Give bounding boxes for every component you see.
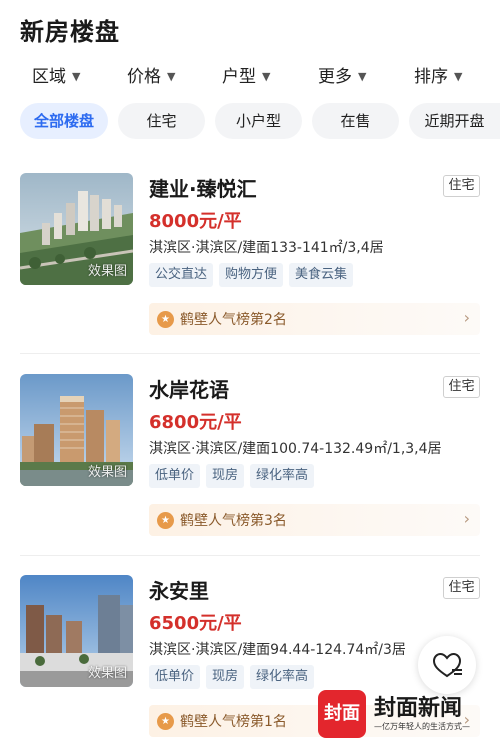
listing-card[interactable]: 效果图 水岸花语 住宅 6800元/平 淇滨区·淇滨区/建面100.74-132… [0, 374, 500, 574]
listing-name[interactable]: 建业·臻悦汇 [149, 173, 257, 202]
listing-price: 6800元/平 [149, 412, 242, 433]
filter-layout[interactable]: 户型 ▼ [222, 62, 270, 87]
property-type-badge: 住宅 [443, 376, 480, 398]
brand-name: 封面新闻 [374, 695, 463, 721]
listing-info: 淇滨区·淇滨区/建面100.74-132.49㎡/1,3,4居 [149, 441, 442, 457]
feature-tag: 低单价 [149, 665, 201, 689]
brand-slogan: —亿万年轻人的生活方式— [374, 722, 470, 731]
filter-more-label: 更多 [318, 67, 352, 87]
listing-thumbnail: 效果图 [20, 173, 133, 285]
chevron-down-icon: ▼ [262, 70, 271, 83]
feature-tag: 美食云集 [289, 263, 354, 287]
filter-price-label: 价格 [127, 67, 161, 87]
chip-opening-soon[interactable]: 近期开盘 [409, 103, 500, 139]
rank-label: 鹤壁人气榜第1名 [180, 714, 287, 730]
listing-name[interactable]: 永安里 [149, 575, 209, 604]
filter-more[interactable]: 更多 ▼ [318, 62, 366, 87]
listing-price: 8000元/平 [149, 211, 242, 232]
filter-sort[interactable]: 排序 ▼ [414, 62, 462, 87]
listing-price: 6500元/平 [149, 613, 242, 634]
filter-region[interactable]: 区域 ▼ [32, 62, 80, 87]
feature-tag: 现房 [206, 665, 245, 689]
thumbnail-label: 效果图 [87, 465, 127, 480]
feature-tag: 低单价 [149, 464, 201, 488]
chevron-down-icon: ▼ [454, 70, 463, 83]
feature-tag: 购物方便 [219, 263, 284, 287]
thumbnail-label: 效果图 [87, 264, 127, 279]
divider [20, 353, 480, 354]
popularity-rank-bar[interactable]: ★ 鹤壁人气榜第3名 › [149, 504, 480, 536]
favorite-list-button[interactable] [418, 636, 476, 694]
feature-tag: 公交直达 [149, 263, 214, 287]
popularity-rank-bar[interactable]: ★ 鹤壁人气榜第2名 › [149, 303, 480, 335]
filter-bar: 区域 ▼ 价格 ▼ 户型 ▼ 更多 ▼ 排序 ▼ [0, 62, 500, 90]
heart-list-icon [432, 652, 462, 678]
brand-logo: 封面 [318, 690, 366, 738]
listing-thumbnail: 效果图 [20, 374, 133, 486]
rank-medal-icon: ★ [157, 713, 174, 730]
filter-layout-label: 户型 [222, 67, 256, 87]
filter-price[interactable]: 价格 ▼ [127, 62, 175, 87]
listing-card[interactable]: 效果图 建业·臻悦汇 住宅 8000元/平 淇滨区·淇滨区/建面133-141㎡… [0, 173, 500, 373]
feature-tag: 绿化率高 [250, 665, 315, 689]
filter-sort-label: 排序 [414, 67, 448, 87]
chevron-down-icon: ▼ [358, 70, 367, 83]
rank-label: 鹤壁人气榜第3名 [180, 513, 287, 529]
divider [20, 555, 480, 556]
rank-medal-icon: ★ [157, 311, 174, 328]
chevron-down-icon: ▼ [167, 70, 176, 83]
listing-info: 淇滨区·淇滨区/建面133-141㎡/3,4居 [149, 240, 384, 256]
property-type-badge: 住宅 [443, 175, 480, 197]
chevron-down-icon: ▼ [72, 70, 81, 83]
filter-region-label: 区域 [32, 67, 66, 87]
listing-name[interactable]: 水岸花语 [149, 374, 229, 403]
rank-label: 鹤壁人气榜第2名 [180, 312, 287, 328]
chip-on-sale[interactable]: 在售 [312, 103, 399, 139]
chip-small-unit[interactable]: 小户型 [215, 103, 302, 139]
feature-tag: 绿化率高 [250, 464, 315, 488]
chevron-right-icon: › [463, 509, 470, 528]
feature-tag: 现房 [206, 464, 245, 488]
chip-residential[interactable]: 住宅 [118, 103, 205, 139]
chevron-right-icon: › [463, 308, 470, 327]
news-watermark: 封面 封面新闻 —亿万年轻人的生活方式— [318, 688, 500, 742]
property-type-badge: 住宅 [443, 577, 480, 599]
thumbnail-label: 效果图 [87, 666, 127, 681]
listing-tags: 低单价 现房 绿化率高 [149, 665, 320, 689]
category-chip-row: 全部楼盘 住宅 小户型 在售 近期开盘 [0, 103, 500, 139]
page-title: 新房楼盘 [20, 18, 120, 46]
listing-tags: 公交直达 购物方便 美食云集 [149, 263, 359, 287]
listing-thumbnail: 效果图 [20, 575, 133, 687]
chip-all-listings[interactable]: 全部楼盘 [20, 103, 108, 139]
rank-medal-icon: ★ [157, 512, 174, 529]
listing-tags: 低单价 现房 绿化率高 [149, 464, 320, 488]
